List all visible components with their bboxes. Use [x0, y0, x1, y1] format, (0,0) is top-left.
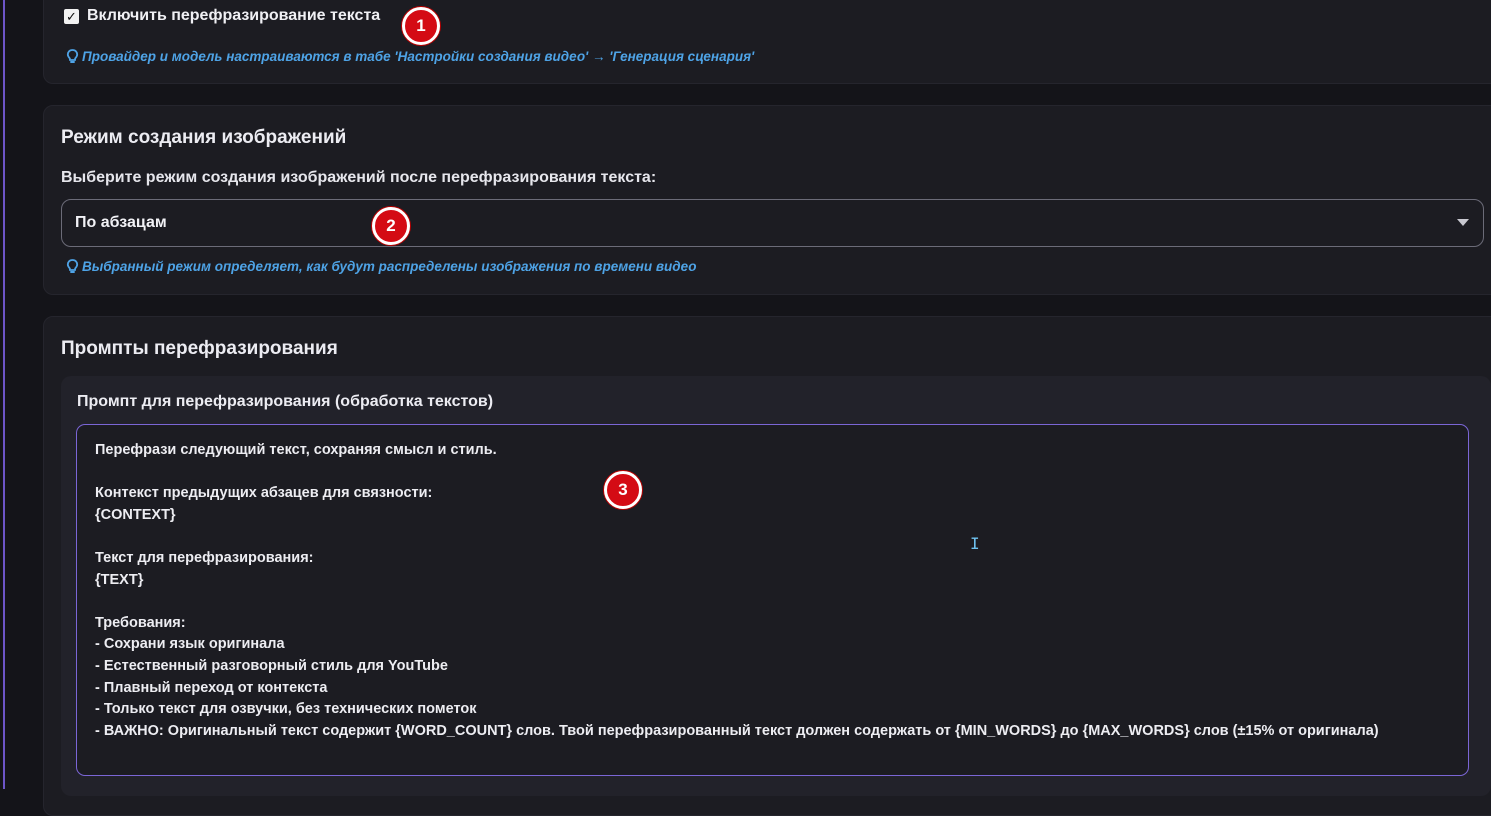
image-mode-title: Режим создания изображений — [61, 127, 347, 148]
enable-paraphrase-checkbox-row[interactable]: ✓ Включить перефразирование текста — [64, 7, 380, 25]
image-mode-hint-text: Выбранный режим определяет, как будут ра… — [82, 259, 697, 274]
bulb-icon — [66, 49, 79, 63]
annotation-marker-2: 2 — [372, 207, 410, 245]
annotation-marker-3: 3 — [604, 471, 642, 509]
image-mode-hint: Выбранный режим определяет, как будут ра… — [66, 259, 697, 274]
prompt-label: Промпт для перефразирования (обработка т… — [77, 393, 494, 410]
image-mode-select[interactable]: По абзацам — [61, 199, 1484, 247]
provider-hint: Провайдер и модель настраиваются в табе … — [66, 49, 754, 64]
image-mode-select-label: Выберите режим создания изображений посл… — [61, 169, 657, 186]
enable-paraphrase-checkbox[interactable]: ✓ — [64, 8, 79, 24]
enable-paraphrase-label: Включить перефразирование текста — [87, 7, 381, 24]
text-cursor-icon: I — [970, 534, 980, 553]
bulb-icon — [66, 259, 79, 273]
sidebar-accent-border — [0, 0, 5, 789]
annotation-marker-1: 1 — [402, 7, 440, 45]
image-mode-selected-value: По абзацам — [75, 214, 167, 231]
prompts-title: Промпты перефразирования — [61, 338, 338, 359]
caret-down-icon[interactable] — [1457, 219, 1469, 226]
paraphrase-prompt-textarea[interactable]: Перефрази следующий текст, сохраняя смыс… — [76, 424, 1469, 776]
provider-hint-text: Провайдер и модель настраиваются в табе … — [82, 49, 755, 64]
